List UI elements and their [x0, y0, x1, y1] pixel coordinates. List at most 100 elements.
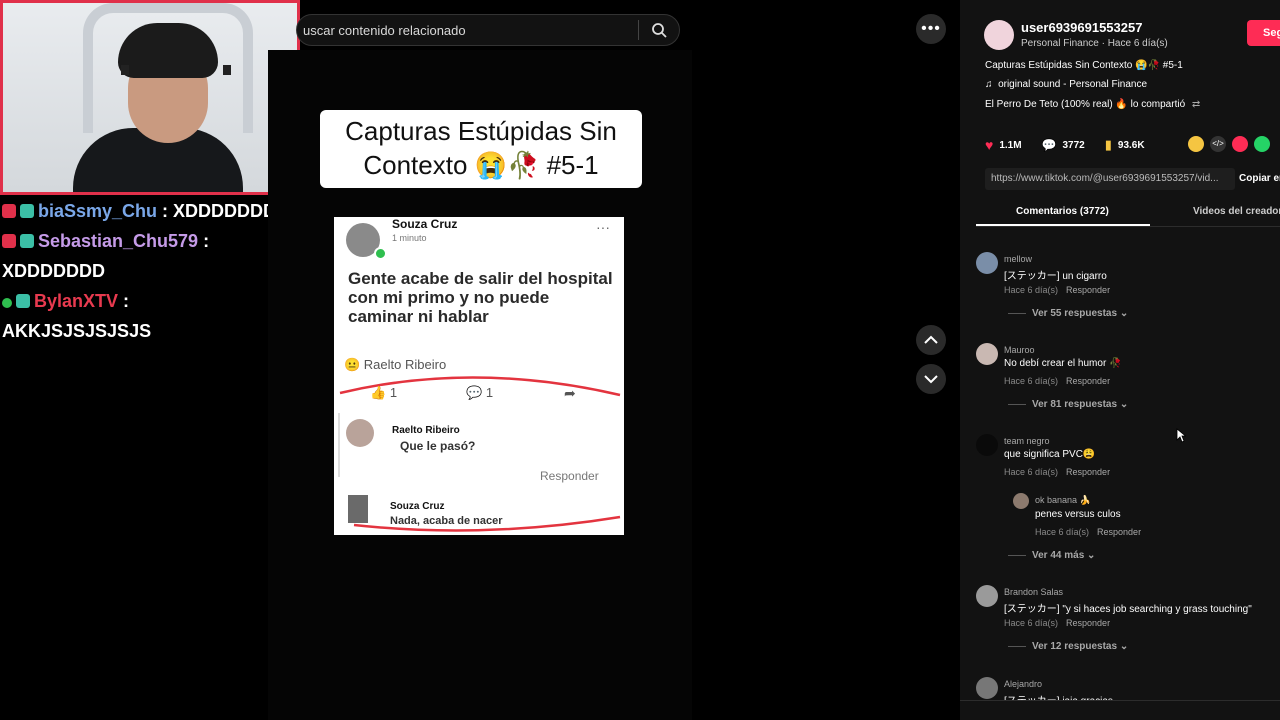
shared-by-text: El Perro De Teto (100% real) 🔥 lo compar… — [985, 99, 1186, 110]
saves-count: 93.6K — [1117, 139, 1145, 151]
reply1-text: Que le pasó? — [400, 439, 476, 453]
more-options-icon: ··· — [596, 219, 610, 235]
search-divider — [638, 20, 639, 40]
reply-button[interactable]: Responder — [1066, 376, 1110, 386]
chevron-down-icon: ⌄ — [1119, 308, 1129, 319]
comment-meta: Hace 6 día(s) Responder — [1004, 376, 1118, 386]
like-icon: 👍 — [370, 385, 387, 400]
comment-text: que significa PVC😩 — [1004, 449, 1096, 460]
tabs-divider — [976, 226, 1280, 227]
comment-time: Hace 6 día(s) — [1004, 618, 1059, 628]
comment-user[interactable]: Brandon Salas — [1004, 587, 1063, 597]
post-time: 1 minuto — [392, 233, 427, 243]
comment-avatar[interactable] — [976, 252, 998, 274]
reply-button[interactable]: Responder — [1066, 618, 1110, 628]
comment-avatar[interactable] — [976, 434, 998, 456]
comment-avatar[interactable] — [976, 585, 998, 607]
chat-user: Sebastian_Chu579 — [38, 231, 199, 251]
copy-link-button[interactable]: Copiar en — [1239, 173, 1280, 184]
comment-time: Hace 6 día(s) — [1004, 376, 1059, 386]
nested-comment-text: penes versus culos — [1035, 509, 1121, 520]
heart-icon[interactable]: ♥ — [985, 137, 993, 153]
nested-comment-avatar[interactable] — [1013, 493, 1029, 509]
comment-user[interactable]: mellow — [1004, 254, 1032, 264]
search-icon[interactable] — [647, 18, 671, 42]
comment-time: Hace 6 día(s) — [1035, 527, 1090, 537]
coin-icon[interactable] — [1188, 136, 1204, 152]
view-replies-label: Ver 55 respuestas — [1032, 308, 1118, 319]
shared-by-row: El Perro De Teto (100% real) 🔥 lo compar… — [985, 99, 1200, 110]
reply-button[interactable]: Responder — [1097, 527, 1141, 537]
comment-meta: Hace 6 día(s) Responder — [1004, 618, 1118, 628]
streamer-webcam — [0, 0, 300, 195]
caption-line-2: Contexto 😭🥀 #5-1 — [363, 150, 599, 180]
more-options-button[interactable]: ••• — [916, 14, 946, 44]
strawberry-badge-icon — [2, 234, 16, 248]
video-caption-overlay: Capturas Estúpidas Sin Contexto 😭🥀 #5-1 — [320, 110, 642, 188]
chat-text: XDDDDDDD — [173, 201, 277, 221]
embed-code-icon[interactable]: </> — [1210, 136, 1226, 152]
chat-message: Sebastian_Chu579 : — [0, 226, 300, 256]
like-group: 👍 1 — [370, 385, 397, 401]
reply-button[interactable]: Responder — [1066, 285, 1110, 295]
send-icon[interactable] — [1232, 136, 1248, 152]
view-replies-button[interactable]: Ver 55 respuestas ⌄ — [1008, 308, 1128, 319]
stream-chat: biaSsmy_Chu : XDDDDDDD Sebastian_Chu579 … — [0, 196, 300, 346]
chat-user: biaSsmy_Chu — [38, 201, 158, 221]
video-link-field[interactable]: https://www.tiktok.com/@user693969155325… — [985, 168, 1235, 190]
comment-text: [ステッカー] un cigarro — [1004, 271, 1107, 282]
nested-comment-user[interactable]: ok banana 🍌 — [1035, 495, 1091, 506]
author-avatar[interactable] — [984, 20, 1014, 50]
comment-user[interactable]: Alejandro — [1004, 679, 1042, 689]
comment-meta: Hace 6 día(s) Responder — [1004, 467, 1118, 477]
chevron-down-icon — [924, 375, 938, 384]
comment-avatar[interactable] — [976, 343, 998, 365]
next-video-button[interactable] — [916, 364, 946, 394]
mouse-cursor-icon — [1176, 428, 1186, 443]
post-comments: 1 — [485, 385, 494, 400]
chevron-down-icon: ⌄ — [1119, 641, 1129, 652]
dash — [1008, 403, 1026, 405]
chat-text: AKKJSJSJSJSJS — [2, 321, 152, 341]
sound-row[interactable]: ♫ original sound - Personal Finance — [985, 79, 1147, 90]
comment-bubble-icon: 💬 — [466, 385, 483, 400]
chat-separator: : — [157, 201, 174, 221]
follow-button[interactable]: Seg — [1247, 20, 1280, 46]
tab-creator-videos[interactable]: Videos del creador — [1193, 206, 1280, 217]
comment-user[interactable]: Mauroo — [1004, 345, 1035, 355]
ellipsis-icon: ••• — [921, 20, 941, 37]
repost-icon: ⇄ — [1191, 99, 1201, 110]
chevron-down-icon: ⌄ — [1119, 399, 1129, 410]
sub-badge-icon — [16, 294, 30, 308]
chat-separator: : — [198, 231, 210, 251]
chat-text: XDDDDDDD — [2, 261, 105, 281]
search-input[interactable] — [297, 21, 638, 39]
bookmark-icon[interactable]: ▮ — [1105, 137, 1112, 153]
comment-user[interactable]: team negro — [1004, 436, 1050, 446]
reply-button[interactable]: Responder — [1066, 467, 1110, 477]
comment-meta: Hace 6 día(s) Responder — [1004, 285, 1118, 295]
video-details-panel: user6939691553257 Personal Finance · Hac… — [960, 0, 1280, 720]
view-more-button[interactable]: Ver 44 más ⌄ — [1008, 550, 1095, 561]
share-icon: ➦ — [564, 385, 576, 401]
reply-avatar — [346, 419, 374, 447]
previous-video-button[interactable] — [916, 325, 946, 355]
dash — [1008, 645, 1026, 647]
comment-icon[interactable]: 💬 — [1042, 138, 1057, 152]
comment-avatar[interactable] — [976, 677, 998, 699]
video-description: Capturas Estúpidas Sin Contexto 😭🥀 #5-1 — [985, 60, 1183, 71]
view-replies-button[interactable]: Ver 81 respuestas ⌄ — [1008, 399, 1128, 410]
whatsapp-icon[interactable] — [1254, 136, 1270, 152]
verified-badge-icon — [2, 298, 12, 308]
tab-comments[interactable]: Comentarios (3772) — [1016, 206, 1109, 217]
author-username[interactable]: user6939691553257 — [1021, 20, 1142, 35]
music-note-icon: ♫ — [985, 79, 993, 90]
strawberry-badge-icon — [2, 204, 16, 218]
view-replies-button[interactable]: Ver 12 respuestas ⌄ — [1008, 641, 1128, 652]
comment-input-bar[interactable] — [960, 700, 1280, 720]
reply1-author: Raelto Ribeiro — [392, 425, 460, 436]
dash — [1008, 312, 1026, 314]
chat-message: BylanXTV : — [0, 286, 300, 316]
chat-separator: : — [118, 291, 130, 311]
post-body: Gente acabe de salir del hospital con mi… — [348, 269, 613, 326]
